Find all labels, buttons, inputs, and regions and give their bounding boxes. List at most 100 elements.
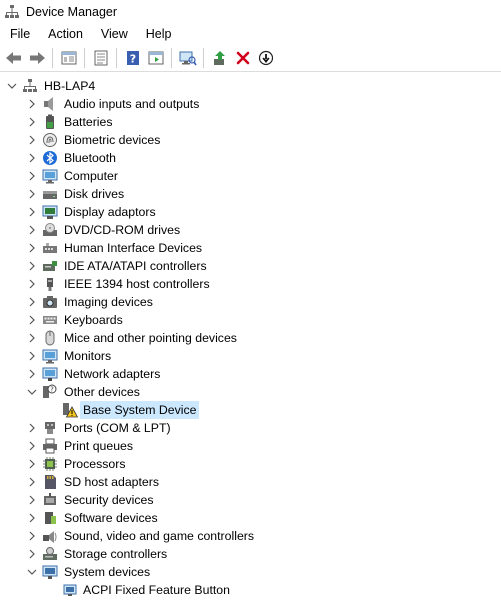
tree-item-label[interactable]: Processors [64,455,126,473]
expand-chevron-icon[interactable] [26,311,38,329]
tree-category[interactable]: DVD/CD-ROM drives [0,221,501,239]
expand-chevron-icon[interactable] [26,509,38,527]
collapse-chevron-icon[interactable] [26,383,38,401]
expand-chevron-icon[interactable] [26,473,38,491]
tree-category[interactable]: Imaging devices [0,293,501,311]
tree-item-label[interactable]: Computer [64,167,118,185]
scan-hardware-changes-button[interactable] [177,47,199,69]
expand-chevron-icon[interactable] [26,221,38,239]
expand-chevron-icon[interactable] [26,149,38,167]
tree-category[interactable]: Network adapters [0,365,501,383]
tree-device[interactable]: Base System Device [0,401,501,419]
action-pane-button[interactable] [145,47,167,69]
tree-item-label[interactable]: Display adaptors [64,203,156,221]
tree-category[interactable]: IEEE 1394 host controllers [0,275,501,293]
tree-category[interactable]: Keyboards [0,311,501,329]
tree-category[interactable]: Human Interface Devices [0,239,501,257]
tree-item-label[interactable]: Security devices [64,491,154,509]
tree-category[interactable]: Bluetooth [0,149,501,167]
properties-button[interactable] [90,47,112,69]
tree-item-label[interactable]: Batteries [64,113,113,131]
tree-category[interactable]: Computer [0,167,501,185]
update-driver-button[interactable] [209,47,231,69]
expand-chevron-icon[interactable] [26,257,38,275]
tree-category[interactable]: Sound, video and game controllers [0,527,501,545]
expand-chevron-icon[interactable] [26,95,38,113]
tree-item-label[interactable]: Mice and other pointing devices [64,329,237,347]
expand-chevron-icon[interactable] [26,419,38,437]
tree-category[interactable]: Display adaptors [0,203,501,221]
tree-category[interactable]: Biometric devices [0,131,501,149]
tree-item-label[interactable]: IEEE 1394 host controllers [64,275,210,293]
tree-category[interactable]: Audio inputs and outputs [0,95,501,113]
tree-item-label[interactable]: Audio inputs and outputs [64,95,199,113]
show-hide-console-tree-button[interactable] [58,47,80,69]
tree-item-label[interactable]: Human Interface Devices [64,239,202,257]
tree-category[interactable]: Processors [0,455,501,473]
tree-item-label[interactable]: Storage controllers [64,545,167,563]
tree-item-label[interactable]: Keyboards [64,311,123,329]
disable-device-button[interactable] [255,47,277,69]
tree-item-label[interactable]: Print queues [64,437,133,455]
device-tree[interactable]: HB-LAP4 Audio inputs and outputs Batteries… [0,74,501,603]
tree-category[interactable]: IDE ATA/ATAPI controllers [0,257,501,275]
collapse-chevron-icon[interactable] [26,563,38,581]
tree-category[interactable]: Ports (COM & LPT) [0,419,501,437]
tree-item-label[interactable]: Ports (COM & LPT) [64,419,171,437]
back-button[interactable] [3,47,25,69]
expand-chevron-icon[interactable] [26,365,38,383]
tree-category[interactable]: Software devices [0,509,501,527]
tree-item-label[interactable]: Sound, video and game controllers [64,527,254,545]
expand-chevron-icon[interactable] [26,437,38,455]
tree-item-label[interactable]: Biometric devices [64,131,160,149]
menu-file[interactable]: File [0,24,38,44]
tree-item-label[interactable]: System devices [64,563,150,581]
expand-chevron-icon[interactable] [26,329,38,347]
tree-category[interactable]: ? Other devices [0,383,501,401]
expand-chevron-icon[interactable] [26,491,38,509]
tree-device[interactable]: ACPI Fixed Feature Button [0,581,501,599]
tree-category[interactable]: Batteries [0,113,501,131]
expand-chevron-icon[interactable] [26,293,38,311]
tree-item-label[interactable]: IDE ATA/ATAPI controllers [64,257,207,275]
menu-help[interactable]: Help [136,24,180,44]
tree-item-label[interactable]: Disk drives [64,185,124,203]
tree-category[interactable]: System devices [0,563,501,581]
expand-chevron-icon[interactable] [26,239,38,257]
menu-view[interactable]: View [91,24,136,44]
tree-item-label[interactable]: Network adapters [64,365,160,383]
expand-chevron-icon[interactable] [26,167,38,185]
expand-chevron-icon[interactable] [26,203,38,221]
tree-category[interactable]: Disk drives [0,185,501,203]
expand-chevron-icon[interactable] [26,275,38,293]
tree-category[interactable]: Mice and other pointing devices [0,329,501,347]
tree-item-label[interactable]: SD host adapters [64,473,159,491]
tree-category[interactable]: Security devices [0,491,501,509]
tree-item-label[interactable]: Other devices [64,383,140,401]
tree-item-label[interactable]: DVD/CD-ROM drives [64,221,180,239]
tree-root[interactable]: HB-LAP4 [0,77,501,95]
expand-chevron-icon[interactable] [26,545,38,563]
tree-item-label[interactable]: Bluetooth [64,149,116,167]
tree-item-label[interactable]: ACPI Fixed Feature Button [83,581,230,599]
forward-button[interactable] [26,47,48,69]
expand-chevron-icon[interactable] [26,131,38,149]
tree-category[interactable]: Monitors [0,347,501,365]
expand-chevron-icon[interactable] [26,113,38,131]
tree-item-label[interactable]: HB-LAP4 [44,77,95,95]
tree-item-label[interactable]: Software devices [64,509,158,527]
tree-category[interactable]: Print queues [0,437,501,455]
uninstall-device-button[interactable] [232,47,254,69]
tree-category[interactable]: Storage controllers [0,545,501,563]
tree-item-label[interactable]: Imaging devices [64,293,153,311]
help-button[interactable]: ? [122,47,144,69]
expand-chevron-icon[interactable] [26,347,38,365]
tree-item-label[interactable]: Base System Device [80,401,200,419]
menu-action[interactable]: Action [38,24,91,44]
expand-chevron-icon[interactable] [26,455,38,473]
collapse-chevron-icon[interactable] [6,77,18,95]
tree-item-label[interactable]: Monitors [64,347,111,365]
tree-category[interactable]: SD host adapters [0,473,501,491]
expand-chevron-icon[interactable] [26,527,38,545]
expand-chevron-icon[interactable] [26,185,38,203]
